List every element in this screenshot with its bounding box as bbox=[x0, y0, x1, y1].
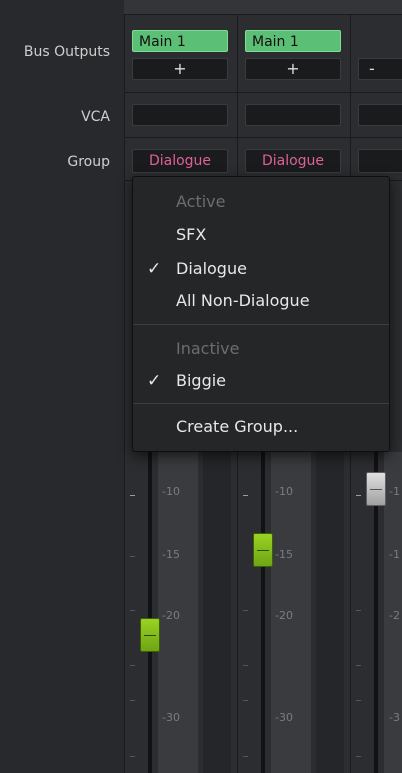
fader-knob-1[interactable] bbox=[140, 618, 160, 652]
scale-label: -30 bbox=[162, 711, 180, 724]
vca-label: VCA bbox=[81, 109, 110, 125]
group-button-1[interactable]: Dialogue bbox=[132, 149, 228, 173]
group-button-2[interactable]: Dialogue bbox=[245, 149, 341, 173]
add-bus-output-button-1[interactable]: + bbox=[132, 58, 228, 80]
fader-track-2[interactable] bbox=[261, 452, 265, 773]
fader-tick bbox=[243, 700, 248, 701]
scale-label: -3 bbox=[389, 711, 400, 724]
vca-slot-2[interactable] bbox=[245, 104, 341, 126]
bus-outputs-label: Bus Outputs bbox=[23, 44, 110, 60]
checkmark-icon: ✓ bbox=[147, 371, 162, 391]
fader-tick bbox=[243, 756, 248, 757]
scale-label: -20 bbox=[162, 609, 180, 622]
menu-item-sfx[interactable]: SFX bbox=[133, 221, 389, 249]
fader-tick bbox=[356, 610, 361, 611]
vca-slot-3[interactable] bbox=[358, 104, 402, 126]
add-bus-output-button-3[interactable]: - bbox=[358, 58, 402, 80]
fader-knob-2[interactable] bbox=[253, 533, 273, 567]
fader-tick bbox=[356, 756, 361, 757]
scale-label: -15 bbox=[275, 548, 293, 561]
scale-label: -15 bbox=[162, 548, 180, 561]
checkmark-icon: ✓ bbox=[147, 259, 162, 279]
vca-divider bbox=[124, 137, 402, 138]
fader-tick bbox=[356, 700, 361, 701]
meter-bg-1 bbox=[203, 452, 231, 773]
bus-output-button-1[interactable]: Main 1 bbox=[132, 30, 228, 52]
scale-label: -20 bbox=[275, 609, 293, 622]
fader-tick bbox=[130, 665, 135, 666]
row-labels-column: Bus Outputs VCA Group bbox=[0, 0, 125, 773]
bus-divider bbox=[124, 92, 402, 93]
menu-item-label: Create Group... bbox=[176, 417, 299, 436]
fader-tick bbox=[130, 610, 135, 611]
scale-label: -1 bbox=[389, 548, 400, 561]
menu-item-create-group[interactable]: Create Group... bbox=[133, 413, 389, 441]
scale-label: -1 bbox=[389, 485, 400, 498]
vca-slot-1[interactable] bbox=[132, 104, 228, 126]
fader-tick bbox=[130, 556, 135, 557]
menu-item-biggie[interactable]: ✓ Biggie bbox=[133, 367, 389, 395]
menu-header-inactive: Inactive bbox=[176, 339, 240, 358]
fader-tick bbox=[243, 495, 248, 496]
menu-item-label: All Non-Dialogue bbox=[176, 291, 310, 310]
scale-label: -10 bbox=[162, 485, 180, 498]
fader-knob-3[interactable] bbox=[366, 472, 386, 506]
fader-track-1[interactable] bbox=[148, 452, 152, 773]
menu-item-dialogue[interactable]: ✓ Dialogue bbox=[133, 255, 389, 283]
group-button-3[interactable] bbox=[358, 149, 402, 173]
strip-header-band bbox=[124, 0, 402, 14]
menu-divider bbox=[133, 324, 389, 325]
add-bus-output-button-2[interactable]: + bbox=[245, 58, 341, 80]
fader-tick bbox=[356, 665, 361, 666]
menu-item-all-non-dialogue[interactable]: All Non-Dialogue bbox=[133, 287, 389, 315]
fader-tick bbox=[243, 610, 248, 611]
bus-output-button-2[interactable]: Main 1 bbox=[245, 30, 341, 52]
group-dropdown-menu: Active SFX ✓ Dialogue All Non-Dialogue I… bbox=[132, 176, 390, 452]
scale-label: -2 bbox=[389, 609, 400, 622]
fader-tick bbox=[130, 495, 135, 496]
menu-item-label: SFX bbox=[176, 225, 207, 244]
menu-item-label: Dialogue bbox=[176, 259, 247, 278]
menu-item-label: Biggie bbox=[176, 371, 227, 390]
scale-label: -30 bbox=[275, 711, 293, 724]
group-label: Group bbox=[67, 154, 110, 170]
menu-divider bbox=[133, 403, 389, 404]
fader-tick bbox=[356, 495, 361, 496]
scale-label: -10 bbox=[275, 485, 293, 498]
fader-tick bbox=[243, 665, 248, 666]
fader-tick bbox=[130, 756, 135, 757]
header-divider bbox=[124, 14, 402, 15]
menu-header-active: Active bbox=[176, 192, 226, 211]
meter-bg-2 bbox=[316, 452, 344, 773]
fader-tick bbox=[130, 700, 135, 701]
